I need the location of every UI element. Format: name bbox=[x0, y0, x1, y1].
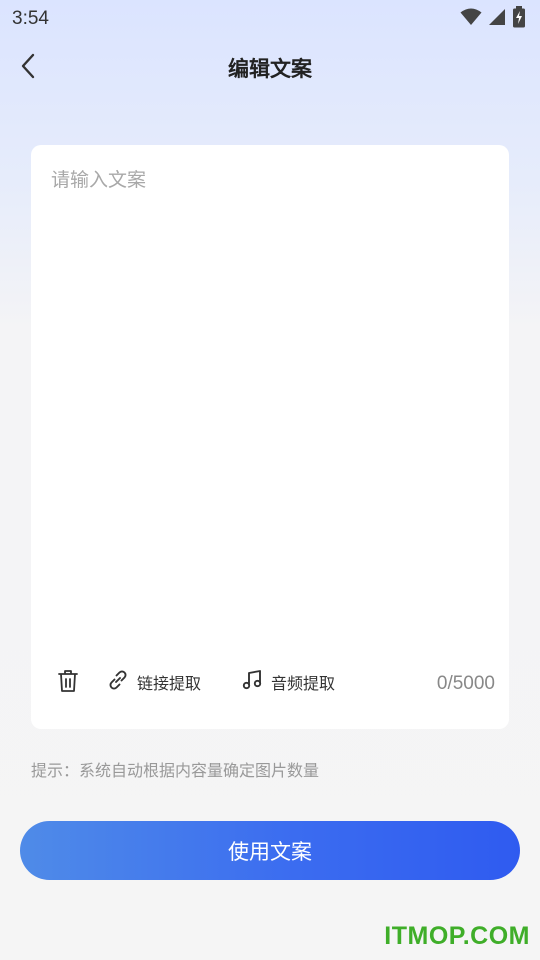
trash-icon bbox=[57, 669, 79, 697]
audio-extract-label: 音频提取 bbox=[271, 674, 336, 693]
page-title: 编辑文案 bbox=[228, 57, 312, 81]
copy-text-input[interactable] bbox=[51, 165, 491, 655]
hint-text: 提示：系统自动根据内容量确定图片数量 bbox=[31, 761, 320, 780]
nav-bar: 编辑文案 bbox=[0, 40, 540, 96]
status-icons bbox=[460, 6, 526, 32]
watermark: ITMOP.COM bbox=[384, 922, 530, 950]
cellular-signal-icon bbox=[488, 8, 506, 30]
status-bar: 3:54 bbox=[0, 0, 540, 38]
status-time: 3:54 bbox=[12, 8, 49, 29]
link-extract-button[interactable]: 链接提取 bbox=[107, 669, 201, 695]
battery-charging-icon bbox=[512, 6, 526, 32]
wifi-icon bbox=[460, 8, 482, 30]
editor-card: 链接提取 音频提取 0/5000 bbox=[31, 145, 509, 729]
link-extract-label: 链接提取 bbox=[137, 674, 202, 693]
music-note-icon bbox=[241, 669, 263, 695]
char-count: 0/5000 bbox=[436, 673, 495, 694]
back-button[interactable] bbox=[12, 50, 44, 86]
chevron-left-icon bbox=[20, 53, 36, 83]
delete-button[interactable] bbox=[57, 669, 79, 697]
use-copy-button[interactable]: 使用文案 bbox=[20, 821, 520, 880]
link-icon bbox=[107, 669, 129, 695]
audio-extract-button[interactable]: 音频提取 bbox=[241, 669, 335, 695]
